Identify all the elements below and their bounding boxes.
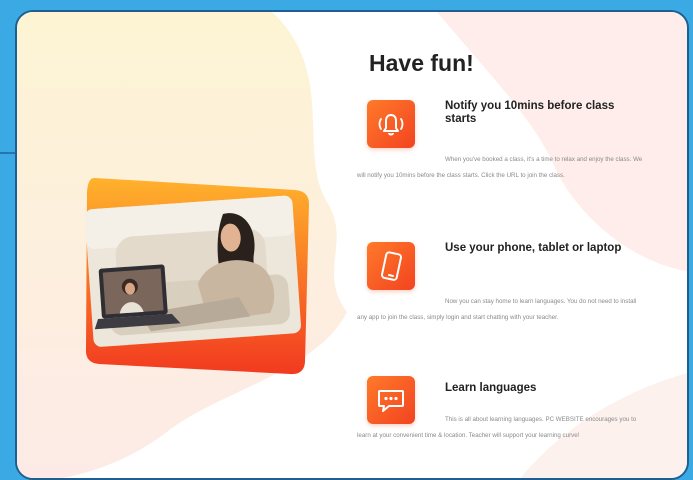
phone-icon	[367, 242, 415, 290]
feature-title: Learn languages	[445, 382, 537, 394]
feature-description: When you've booked a class, it's a time …	[357, 156, 643, 179]
page-title: Have fun!	[369, 50, 474, 76]
right-blob-shape	[437, 12, 687, 272]
feature-description: This is all about learning languages. PC…	[357, 416, 637, 439]
hero-image	[77, 172, 317, 382]
feature-card: Have fun! Notify you 10mins before class…	[15, 10, 689, 480]
woman-on-sofa-with-laptop-photo	[84, 177, 309, 375]
bell-ringing-icon	[367, 100, 415, 148]
feature-title: Notify you 10mins before class starts	[445, 100, 615, 125]
feature-description: Now you can stay home to learn languages…	[357, 298, 637, 321]
feature-title: Use your phone, tablet or laptop	[445, 242, 622, 254]
